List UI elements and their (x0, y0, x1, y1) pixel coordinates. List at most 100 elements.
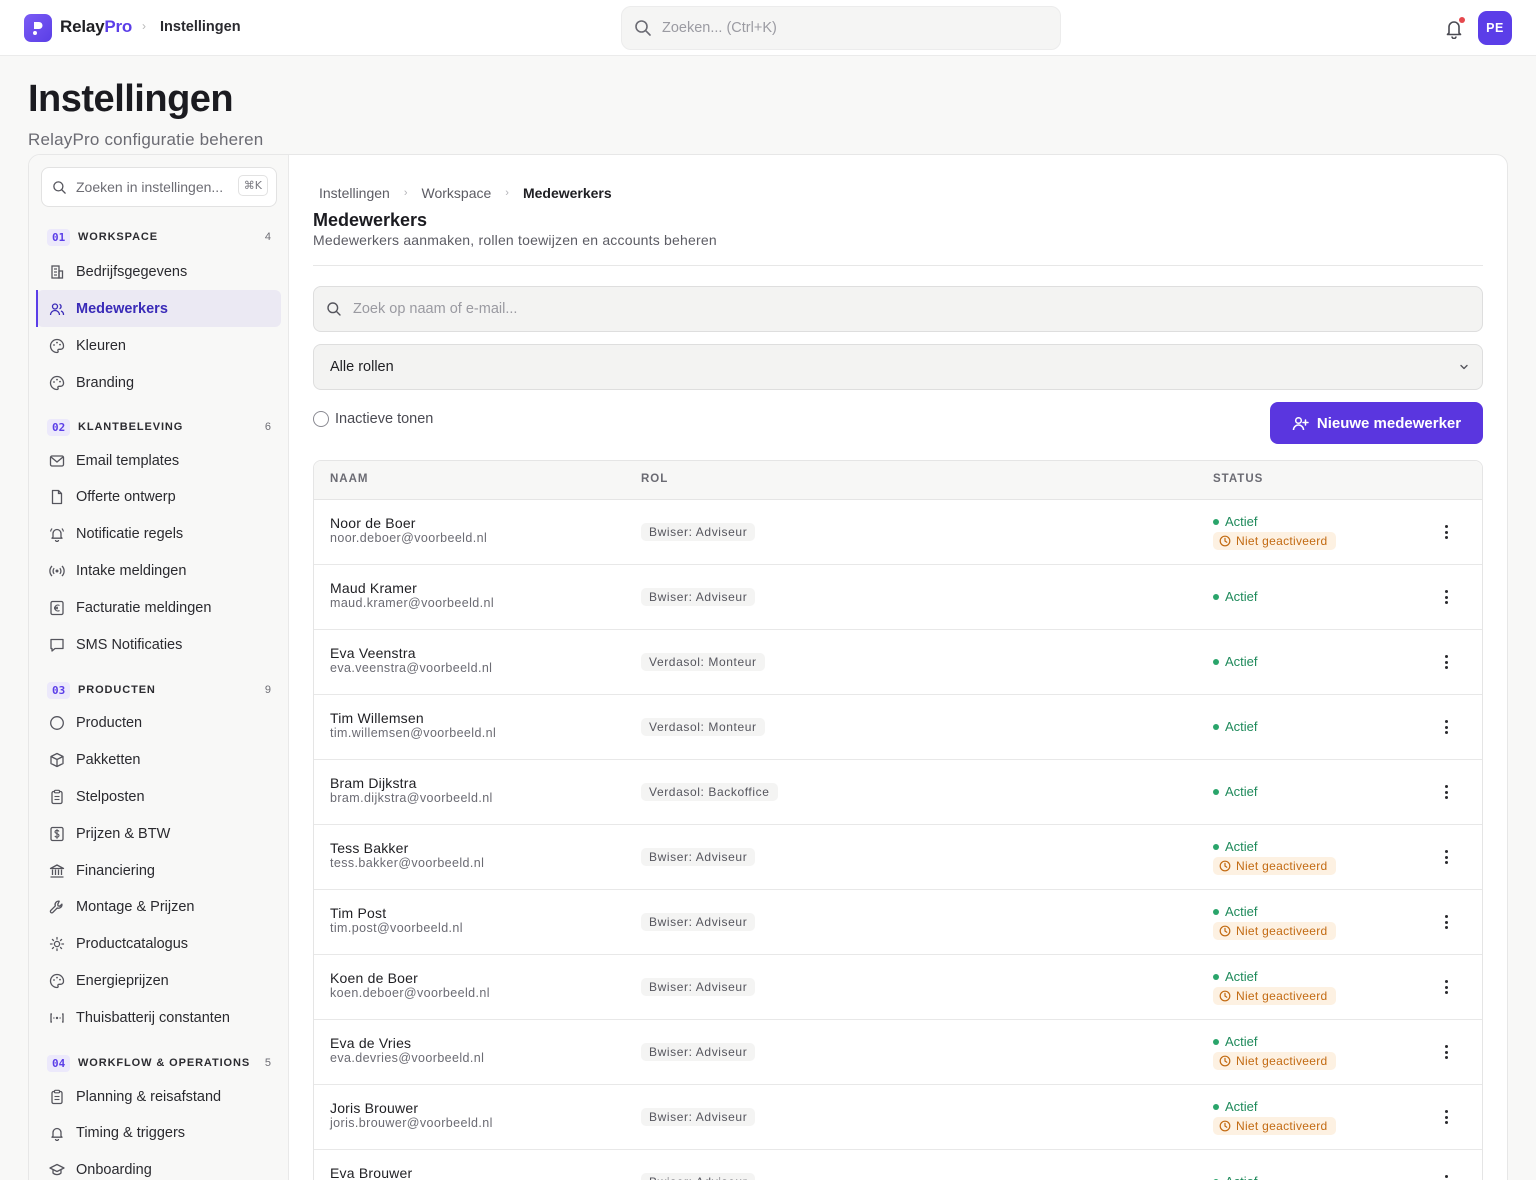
notification-dot (1459, 17, 1465, 23)
sidebar-item-stelposten[interactable]: Stelposten (37, 778, 281, 815)
sidebar-item-productcatalogus[interactable]: Productcatalogus (37, 925, 281, 962)
employee-name: Eva de Vries (330, 1035, 412, 1051)
clock-icon (1219, 1120, 1231, 1132)
settings-sidebar: Zoeken in instellingen... ⌘K 01 WORKSPAC… (29, 155, 289, 1180)
section-title: Medewerkers (313, 210, 428, 230)
table-row[interactable]: Koen de Boer koen.deboer@voorbeeld.nl Bwis… (314, 955, 1482, 1020)
table-row[interactable]: Eva de Vries eva.devries@voorbeeld.nl Bwis… (314, 1020, 1482, 1085)
role-badge: Bwiser: Adviseur (641, 1173, 756, 1180)
user-plus-icon (1292, 416, 1309, 430)
status-label: Actief (1225, 719, 1258, 734)
dollar-icon (50, 826, 64, 841)
sidebar-item-sms-notificaties[interactable]: SMS Notificaties (37, 626, 281, 663)
top-breadcrumb[interactable]: Instellingen (160, 19, 241, 35)
show-inactive-toggle[interactable]: Inactieve tonen (313, 411, 433, 427)
more-actions-icon[interactable] (1441, 1043, 1451, 1061)
column-status[interactable]: STATUS (1213, 473, 1263, 485)
radio-icon[interactable] (313, 411, 329, 427)
global-search-input[interactable]: Zoeken... (Ctrl+K) (621, 6, 1061, 50)
sidebar-item-pakketten[interactable]: Pakketten (37, 741, 281, 778)
section-workspace[interactable]: 01 WORKSPACE 4 (47, 229, 271, 247)
user-avatar[interactable]: PE (1478, 11, 1512, 45)
not-activated-label: Niet geactiveerd (1236, 1054, 1328, 1068)
more-actions-icon[interactable] (1441, 718, 1451, 736)
sidebar-item-label: Facturatie meldingen (76, 599, 212, 616)
package-icon (50, 752, 64, 767)
sidebar-item-bedrijfsgegevens[interactable]: Bedrijfsgegevens (37, 253, 281, 290)
table-row[interactable]: Noor de Boer noor.deboer@voorbeeld.nl Bwis… (314, 500, 1482, 565)
more-actions-icon[interactable] (1441, 523, 1451, 541)
more-actions-icon[interactable] (1441, 1108, 1451, 1126)
sidebar-item-onboarding[interactable]: Onboarding (37, 1151, 281, 1180)
more-actions-icon[interactable] (1441, 653, 1451, 671)
employee-email: eva.veenstra@voorbeeld.nl (330, 661, 493, 675)
sidebar-item-prijzen-btw[interactable]: Prijzen & BTW (37, 815, 281, 852)
table-row[interactable]: Tim Post tim.post@voorbeeld.nl Bwiser: Adv… (314, 890, 1482, 955)
section-workflow-operations[interactable]: 04 WORKFLOW & OPERATIONS 5 (47, 1055, 271, 1073)
more-actions-icon[interactable] (1441, 588, 1451, 606)
new-employee-button[interactable]: Nieuwe medewerker (1270, 402, 1483, 444)
table-row[interactable]: Eva Brouwer Bwiser: Adviseur Actief (314, 1150, 1482, 1180)
more-actions-icon[interactable] (1441, 848, 1451, 866)
sidebar-item-financiering[interactable]: Financiering (37, 852, 281, 889)
graduation-icon (49, 1163, 65, 1175)
employee-email: tim.willemsen@voorbeeld.nl (330, 726, 497, 740)
wrench-icon (49, 900, 63, 913)
breadcrumb-current: Medewerkers (522, 185, 612, 201)
role-filter-select[interactable]: Alle rollen (313, 344, 1483, 390)
role-badge: Bwiser: Adviseur (641, 588, 756, 606)
sidebar-item-email-templates[interactable]: Email templates (37, 442, 281, 479)
table-row[interactable]: Tess Bakker tess.bakker@voorbeeld.nl Bwise… (314, 825, 1482, 890)
chevron-right-icon: › (142, 19, 146, 33)
sidebar-item-label: Energieprijzen (76, 972, 169, 989)
column-naam[interactable]: NAAM (330, 473, 369, 485)
employee-search-input[interactable]: Zoek op naam of e-mail... (313, 286, 1483, 332)
more-actions-icon[interactable] (1441, 978, 1451, 996)
sidebar-item-facturatie-meldingen[interactable]: Facturatie meldingen (37, 589, 281, 626)
divider (313, 265, 1483, 266)
section-klantbeleving[interactable]: 02 KLANTBELEVING 6 (47, 419, 271, 437)
role-badge: Verdasol: Monteur (641, 718, 765, 736)
brand-name[interactable]: RelayPro (60, 17, 132, 37)
settings-search-input[interactable]: Zoeken in instellingen... ⌘K (41, 167, 277, 207)
sidebar-item-montage-prijzen[interactable]: Montage & Prijzen (37, 888, 281, 925)
sidebar-item-medewerkers[interactable]: Medewerkers (36, 290, 281, 327)
sidebar-item-branding[interactable]: Branding (37, 364, 281, 401)
role-badge: Bwiser: Adviseur (641, 1043, 756, 1061)
table-row[interactable]: Tim Willemsen tim.willemsen@voorbeeld.nl V… (314, 695, 1482, 760)
table-row[interactable]: Maud Kramer maud.kramer@voorbeeld.nl Bwise… (314, 565, 1482, 630)
sidebar-item-offerte-ontwerp[interactable]: Offerte ontwerp (37, 478, 281, 515)
table-row[interactable]: Joris Brouwer joris.brouwer@voorbeeld.nl B… (314, 1085, 1482, 1150)
sidebar-item-notificatie-regels[interactable]: Notificatie regels (37, 515, 281, 552)
sidebar-item-producten[interactable]: Producten (37, 704, 281, 741)
not-activated-badge: Niet geactiveerd (1213, 857, 1336, 875)
more-actions-icon[interactable] (1441, 1173, 1451, 1180)
sidebar-item-kleuren[interactable]: Kleuren (37, 327, 281, 364)
section-producten[interactable]: 03 PRODUCTEN 9 (47, 682, 271, 700)
relaypro-logo[interactable] (24, 14, 52, 42)
column-rol[interactable]: ROL (641, 473, 668, 485)
clock-icon (1219, 535, 1231, 547)
sidebar-item-intake-meldingen[interactable]: Intake meldingen (37, 552, 281, 589)
sidebar-item-planning-reisafstand[interactable]: Planning & reisafstand (37, 1078, 281, 1115)
breadcrumb-workspace[interactable]: Workspace (422, 185, 492, 201)
table-row[interactable]: Eva Veenstra eva.veenstra@voorbeeld.nl Ver… (314, 630, 1482, 695)
section-subtitle: Medewerkers aanmaken, rollen toewijzen e… (313, 232, 717, 248)
employee-email: tess.bakker@voorbeeld.nl (330, 856, 485, 870)
sidebar-item-thuisbatterij-constanten[interactable]: Thuisbatterij constanten (37, 999, 281, 1036)
sidebar-item-energieprijzen[interactable]: Energieprijzen (37, 962, 281, 999)
clock-icon (1219, 860, 1231, 872)
status-label: Actief (1225, 1174, 1258, 1180)
status-active: Actief (1213, 969, 1258, 984)
status-active: Actief (1213, 514, 1258, 529)
section-count: 6 (264, 421, 271, 433)
section-number: 01 (47, 229, 71, 246)
more-actions-icon[interactable] (1441, 913, 1451, 931)
search-icon (635, 20, 651, 36)
table-row[interactable]: Bram Dijkstra bram.dijkstra@voorbeeld.nl V… (314, 760, 1482, 825)
search-icon (327, 302, 341, 316)
not-activated-badge: Niet geactiveerd (1213, 1117, 1336, 1135)
breadcrumb-instellingen[interactable]: Instellingen (319, 185, 390, 201)
sidebar-item-timing-triggers[interactable]: Timing & triggers (37, 1114, 281, 1151)
more-actions-icon[interactable] (1441, 783, 1451, 801)
